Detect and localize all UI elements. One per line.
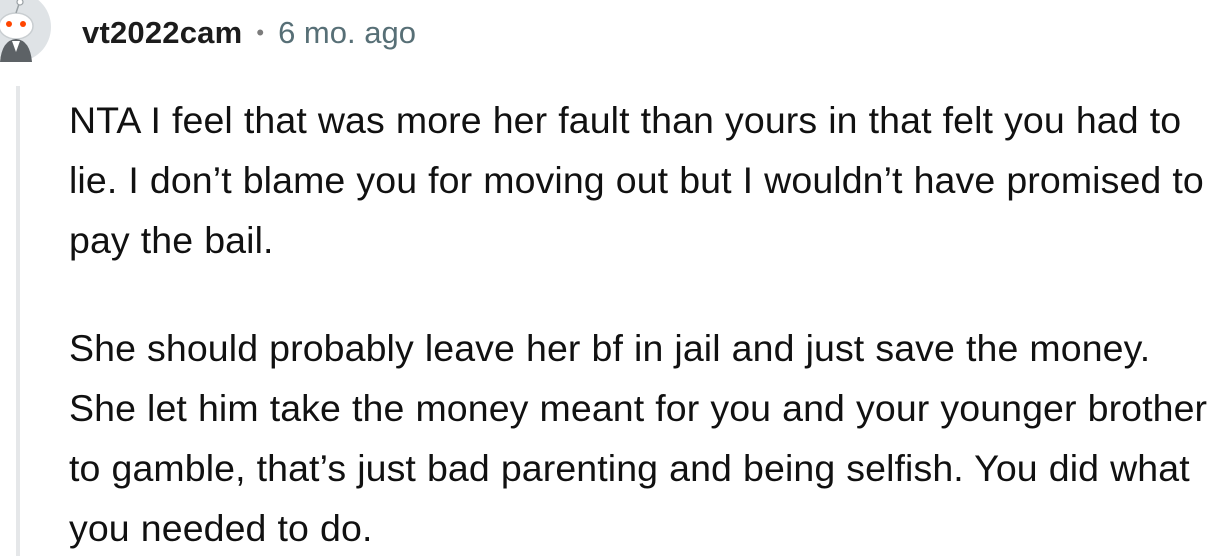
user-avatar[interactable] (0, 0, 54, 66)
thread-line[interactable] (16, 86, 20, 556)
comment-timestamp[interactable]: 6 mo. ago (278, 15, 416, 51)
comment-paragraph: She should probably leave her bf in jail… (69, 327, 1208, 549)
comment-author[interactable]: vt2022cam (82, 15, 242, 51)
snoo-avatar-icon (0, 0, 51, 62)
comment-paragraph: NTA I feel that was more her fault than … (69, 99, 1204, 261)
comment-header: vt2022cam • 6 mo. ago (82, 11, 416, 55)
comment-body: NTA I feel that was more her fault than … (69, 90, 1215, 558)
meta-separator: • (256, 20, 265, 45)
